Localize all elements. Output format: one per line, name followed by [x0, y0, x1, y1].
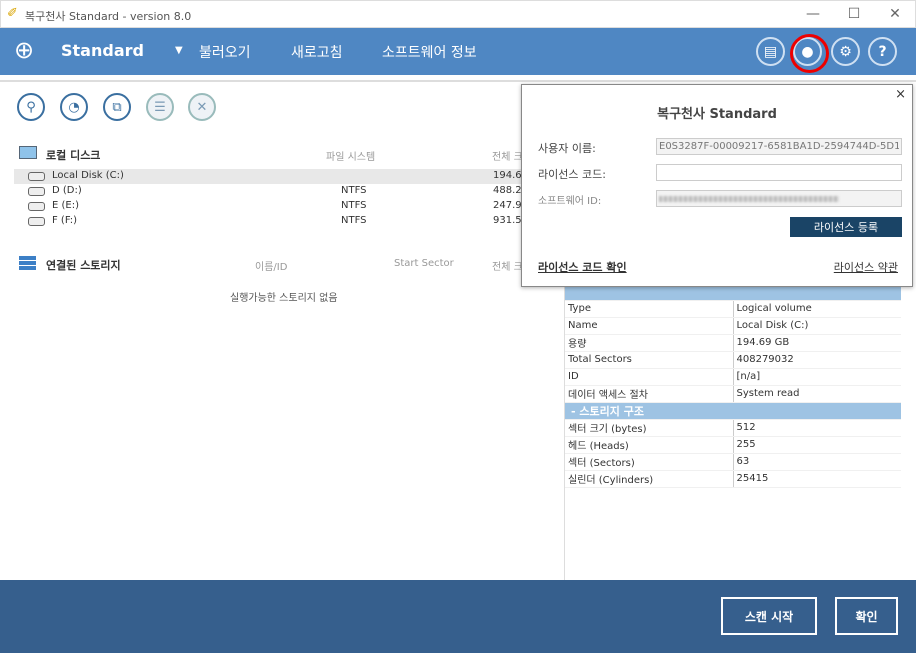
- property-value: 408279032: [733, 351, 901, 369]
- user-name-label: 사용자 이름:: [538, 142, 596, 155]
- drive-icon: [28, 187, 45, 196]
- property-value: 194.69 GB: [733, 334, 901, 352]
- drive-icon: [28, 202, 45, 211]
- edition-dropdown[interactable]: ▼: [175, 45, 183, 56]
- disk-name: F (F:): [52, 215, 78, 226]
- window-title: 복구천사 Standard - version 8.0: [25, 10, 192, 23]
- property-value: 512: [733, 419, 901, 437]
- property-row: 헤드 (Heads) 255: [565, 436, 901, 454]
- disk-name: D (D:): [52, 185, 82, 196]
- disk-fs: NTFS: [341, 215, 367, 226]
- title-bar: ✐ 복구천사 Standard - version 8.0 — ☐ ✕: [0, 0, 916, 28]
- disk-name: E (E:): [52, 200, 79, 211]
- license-code-input[interactable]: [656, 164, 902, 181]
- list-icon[interactable]: ☰: [146, 93, 174, 121]
- property-key: 실린더 (Cylinders): [565, 470, 734, 488]
- property-key: Name: [565, 317, 734, 335]
- disk-name: Local Disk (C:): [52, 170, 124, 181]
- property-key: ID: [565, 368, 734, 386]
- nav-refresh[interactable]: 새로고침: [291, 42, 343, 62]
- minimize-button[interactable]: —: [803, 6, 823, 22]
- maximize-button[interactable]: ☐: [844, 6, 864, 22]
- search-disk-icon[interactable]: ⚲: [17, 93, 45, 121]
- property-value: Logical volume: [733, 300, 901, 318]
- nav-about[interactable]: 소프트웨어 정보: [382, 42, 477, 62]
- close-window-button[interactable]: ✕: [885, 6, 905, 22]
- image-icon[interactable]: ⧉: [103, 93, 131, 121]
- partition-search-icon[interactable]: ◔: [60, 93, 88, 121]
- user-name-field[interactable]: [656, 138, 902, 155]
- license-dialog: × 복구천사 Standard 사용자 이름: 라이선스 코드: 소프트웨어 I…: [521, 84, 913, 287]
- property-row: 섹터 (Sectors) 63: [565, 453, 901, 471]
- storage-title: 연결된 스토리지: [46, 259, 121, 272]
- dialog-close-button[interactable]: ×: [895, 87, 906, 102]
- col-size: 전체 크: [492, 262, 523, 273]
- help-icon[interactable]: ?: [868, 37, 897, 66]
- property-value: System read: [733, 385, 901, 403]
- property-row: 섹터 크기 (bytes) 512: [565, 419, 901, 437]
- property-key: 데이터 액세스 절차: [565, 385, 734, 403]
- gear-icon[interactable]: ⚙: [831, 37, 860, 66]
- property-key: 섹터 (Sectors): [565, 453, 734, 471]
- col-size: 전체 크: [492, 152, 523, 163]
- license-terms-link[interactable]: 라이선스 약관: [834, 259, 898, 275]
- app-logo-icon: ✐: [7, 6, 18, 21]
- property-key: 헤드 (Heads): [565, 436, 734, 454]
- property-key: Type: [565, 300, 734, 318]
- cards-icon[interactable]: ▤: [756, 37, 785, 66]
- disk-row[interactable]: Local Disk (C:) 194.69: [14, 169, 564, 184]
- dialog-title: 복구천사 Standard: [657, 107, 777, 122]
- ok-button[interactable]: 확인: [835, 597, 898, 635]
- disk-row[interactable]: D (D:) NTFS 488.29: [14, 184, 564, 199]
- drive-icon: [28, 172, 45, 181]
- property-row: 실린더 (Cylinders) 25415: [565, 470, 901, 488]
- wing-logo-icon: ⊕: [14, 36, 35, 64]
- close-icon[interactable]: ✕: [188, 93, 216, 121]
- start-scan-button[interactable]: 스캔 시작: [721, 597, 817, 635]
- property-row: 용량 194.69 GB: [565, 334, 901, 352]
- property-key: 용량: [565, 334, 734, 352]
- software-id-field[interactable]: [656, 190, 902, 207]
- footer-bar: 스캔 시작 확인: [0, 580, 916, 653]
- brand-title: Standard: [61, 41, 144, 60]
- local-disk-title: 로컬 디스크: [46, 149, 101, 162]
- disk-row[interactable]: E (E:) NTFS 247.92: [14, 199, 564, 214]
- drive-icon: [28, 217, 45, 226]
- blurred-value: [659, 196, 839, 202]
- property-row: 데이터 액세스 절차 System read: [565, 385, 901, 403]
- storage-icon: [19, 256, 36, 270]
- property-value: 63: [733, 453, 901, 471]
- disk-fs: NTFS: [341, 185, 367, 196]
- software-id-label: 소프트웨어 ID:: [538, 196, 602, 207]
- header-bar: ⊕ Standard ▼ 불러오기 새로고침 소프트웨어 정보 ▤ ● ⚙ ?: [0, 28, 916, 75]
- property-row: ID [n/a]: [565, 368, 901, 386]
- license-code-label: 라이선스 코드:: [538, 168, 606, 181]
- check-license-code-link[interactable]: 라이선스 코드 확인: [538, 259, 627, 275]
- nav-load[interactable]: 불러오기: [199, 42, 251, 62]
- divider: [0, 80, 916, 82]
- user-icon[interactable]: ●: [790, 34, 829, 73]
- col-start-sector: Start Sector: [394, 258, 454, 269]
- property-row: Name Local Disk (C:): [565, 317, 901, 335]
- highlight-circle: [790, 34, 829, 73]
- property-value: Local Disk (C:): [733, 317, 901, 335]
- property-key: Total Sectors: [565, 351, 734, 369]
- property-row: Type Logical volume: [565, 300, 901, 318]
- col-name-id: 이름/ID: [255, 262, 288, 273]
- properties-panel: Type Logical volume Name Local Disk (C:) 용…: [565, 283, 901, 488]
- disk-row[interactable]: F (F:) NTFS 931.52: [14, 214, 564, 229]
- col-filesystem: 파일 시스템: [326, 152, 376, 163]
- property-key: 섹터 크기 (bytes): [565, 419, 734, 437]
- empty-storage-message: 실행가능한 스토리지 없음: [230, 293, 338, 304]
- property-row: Total Sectors 408279032: [565, 351, 901, 369]
- monitor-icon: [19, 146, 37, 159]
- property-value: 25415: [733, 470, 901, 488]
- property-value: 255: [733, 436, 901, 454]
- disk-fs: NTFS: [341, 200, 367, 211]
- property-value: [n/a]: [733, 368, 901, 386]
- register-license-button[interactable]: 라이선스 등록: [790, 217, 902, 237]
- group-header-storage[interactable]: - 스토리지 구조: [565, 402, 901, 420]
